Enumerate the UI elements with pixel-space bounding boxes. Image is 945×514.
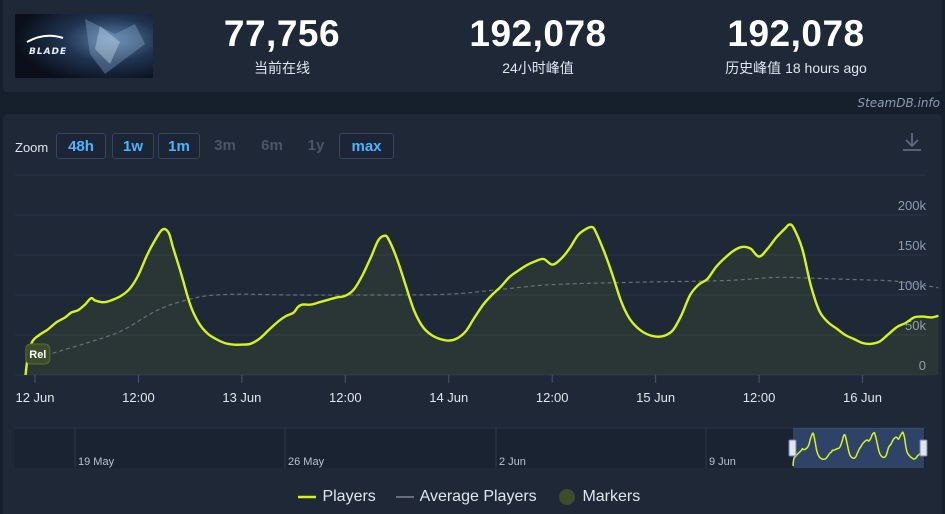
legend-markers[interactable]: Markers xyxy=(558,488,640,506)
x-tick-label: 16 Jun xyxy=(843,390,882,405)
legend-average-players[interactable]: Average Players xyxy=(396,488,537,506)
legend-players[interactable]: Players xyxy=(298,488,376,506)
navigator-left-handle xyxy=(788,439,797,457)
navigator-right-handle xyxy=(919,439,928,457)
legend-average-swatch xyxy=(396,495,414,498)
x-tick-label: 12:00 xyxy=(122,390,155,405)
navigator-date-label: 2 Jun xyxy=(499,456,526,468)
player-count-chart[interactable]: 050k100k150k200k12 Jun12:0013 Jun12:0014… xyxy=(0,0,945,514)
x-tick-label: 13 Jun xyxy=(222,390,261,405)
y-tick-label: 200k xyxy=(898,198,927,213)
x-tick-label: 12:00 xyxy=(743,390,776,405)
y-tick-label: 150k xyxy=(898,238,927,253)
legend-players-swatch xyxy=(298,495,316,499)
release-marker-label: Rel xyxy=(29,349,46,361)
legend-players-label: Players xyxy=(322,488,376,505)
navigator-date-label: 19 May xyxy=(78,456,115,468)
x-tick-label: 15 Jun xyxy=(636,390,675,405)
navigator-date-label: 26 May xyxy=(288,456,325,468)
legend-markers-swatch xyxy=(559,488,575,505)
navigator-date-label: 9 Jun xyxy=(709,456,736,468)
y-tick-label: 100k xyxy=(898,278,927,293)
x-tick-label: 12 Jun xyxy=(15,390,54,405)
x-tick-label: 14 Jun xyxy=(429,390,468,405)
legend-average-label: Average Players xyxy=(419,488,537,505)
x-tick-label: 12:00 xyxy=(329,390,362,405)
legend-markers-label: Markers xyxy=(582,488,641,505)
x-tick-label: 12:00 xyxy=(536,390,569,405)
